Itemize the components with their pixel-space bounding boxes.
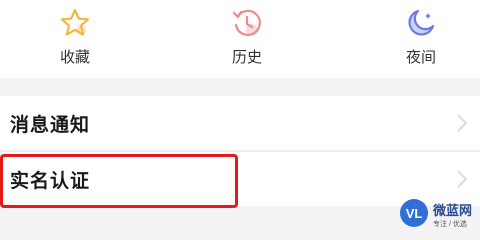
favorites-button[interactable]: 收藏: [15, 6, 135, 72]
night-mode-button[interactable]: 夜间: [361, 6, 480, 72]
history-clock-icon: [232, 9, 261, 36]
chevron-right-icon: [457, 170, 468, 188]
watermark-logo-icon: VL: [400, 199, 428, 227]
favorites-label: 收藏: [59, 49, 90, 66]
watermark-title: 微蓝网: [433, 203, 473, 218]
history-button[interactable]: 历史: [187, 6, 307, 72]
notifications-label: 消息通知: [10, 115, 91, 136]
watermark-subtitle: 专注 / 优选: [433, 221, 467, 228]
moon-icon: [408, 9, 435, 36]
chevron-right-icon: [457, 114, 468, 132]
history-label: 历史: [231, 49, 262, 66]
night-mode-label: 夜间: [405, 49, 436, 66]
watermark: VL 微蓝网 专注 / 优选: [399, 196, 479, 236]
settings-item-notifications[interactable]: 消息通知: [0, 96, 480, 150]
svg-text:VL: VL: [406, 206, 423, 221]
star-icon: [60, 8, 90, 36]
quick-actions-bar: 收藏 历史 夜间: [0, 0, 480, 78]
real-name-verification-label: 实名认证: [10, 171, 91, 192]
